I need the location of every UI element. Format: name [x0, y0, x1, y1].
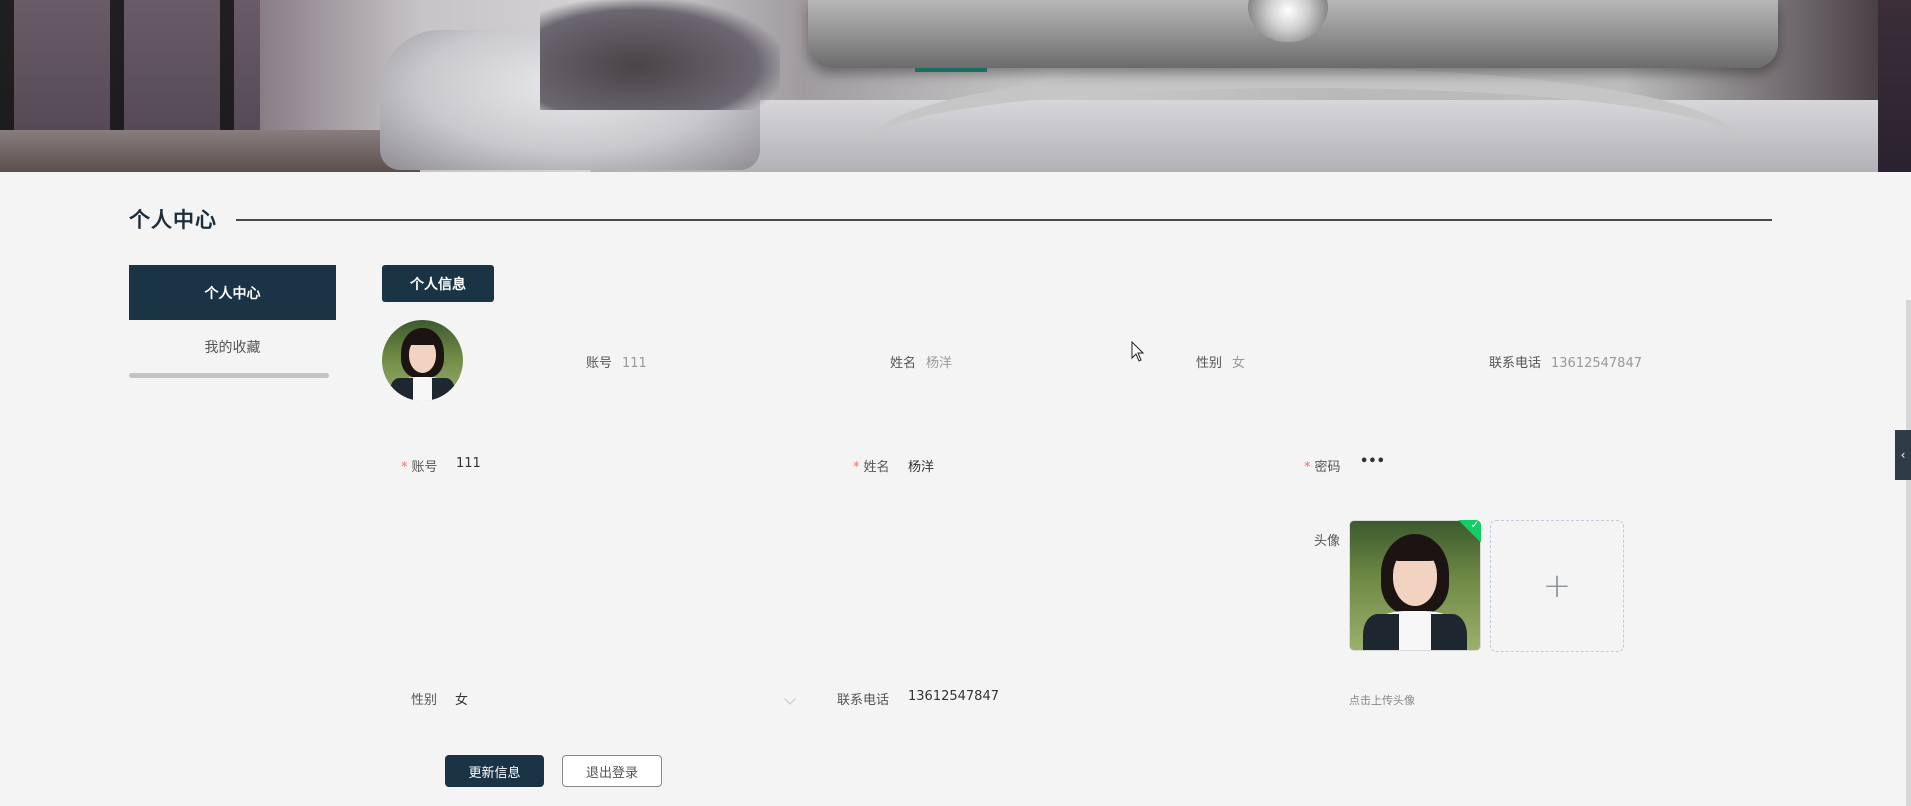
gender-select[interactable]: 女	[455, 689, 468, 708]
gender-select-value[interactable]: 女	[455, 693, 468, 708]
info-account-label: 账号	[586, 356, 613, 371]
update-info-button[interactable]: 更新信息	[445, 755, 544, 787]
info-gender: 性别女	[1196, 352, 1245, 371]
name-field[interactable]: 杨洋	[908, 456, 934, 475]
form-password: * 密码	[1304, 456, 1341, 475]
info-name-value: 杨洋	[926, 356, 953, 371]
info-account: 账号 111	[586, 352, 647, 371]
banner-edge	[1878, 0, 1911, 172]
banner-indicator[interactable]	[915, 68, 987, 72]
mouse-cursor-icon	[1131, 341, 1145, 362]
info-name-label: 姓名	[890, 356, 917, 371]
info-account-value: 111	[622, 356, 647, 371]
account-field-label: 账号	[411, 460, 438, 475]
chevron-left-icon[interactable]: ‹	[1895, 430, 1911, 480]
phone-field-value[interactable]: 13612547847	[908, 689, 999, 704]
required-mark: *	[401, 460, 408, 475]
sidebar-item-favorites[interactable]: 我的收藏	[129, 330, 336, 364]
title-divider	[236, 219, 1772, 221]
banner-sill	[0, 130, 420, 172]
phone-field-label: 联系电话	[837, 693, 890, 708]
account-field[interactable]: 111	[456, 456, 481, 471]
banner-cloth	[540, 0, 780, 110]
avatar-upload-tip[interactable]: 点击上传头像	[1349, 692, 1415, 708]
hero-banner	[0, 0, 1911, 172]
info-phone-value: 13612547847	[1551, 356, 1642, 371]
logout-button[interactable]: 退出登录	[562, 755, 662, 787]
name-field-label: 姓名	[863, 460, 890, 475]
page-title: 个人中心	[129, 208, 217, 232]
info-gender-value: 女	[1232, 356, 1246, 371]
password-field-label: 密码	[1314, 460, 1341, 475]
avatar-field-label: 头像	[1314, 534, 1341, 549]
check-icon: ✓	[1457, 520, 1481, 542]
required-mark: *	[1304, 460, 1311, 475]
page-scrollbar[interactable]	[1906, 300, 1911, 806]
phone-field[interactable]: 13612547847	[908, 689, 999, 704]
banner-stand	[870, 68, 1740, 158]
avatar	[382, 320, 463, 401]
password-field-value[interactable]: •••	[1360, 454, 1385, 469]
sidebar-item-profile[interactable]: 个人中心	[129, 265, 336, 320]
info-gender-label: 性别	[1196, 356, 1223, 371]
info-phone-label: 联系电话	[1489, 356, 1542, 371]
gender-field-label: 性别	[411, 693, 438, 708]
sidebar-scrollbar[interactable]	[129, 373, 329, 378]
info-name: 姓名 杨洋	[890, 352, 952, 371]
form-name: * 姓名	[853, 456, 890, 475]
tab-personal-info[interactable]: 个人信息	[382, 265, 494, 302]
chevron-down-icon[interactable]	[784, 693, 796, 705]
required-mark: *	[853, 460, 860, 475]
name-field-value[interactable]: 杨洋	[908, 460, 934, 475]
form-account: * 账号	[401, 456, 438, 475]
account-field-value[interactable]: 111	[456, 456, 481, 471]
plus-icon[interactable]: +	[1490, 520, 1624, 652]
password-field[interactable]: •••	[1360, 454, 1385, 469]
info-phone: 联系电话 13612547847	[1489, 352, 1642, 371]
